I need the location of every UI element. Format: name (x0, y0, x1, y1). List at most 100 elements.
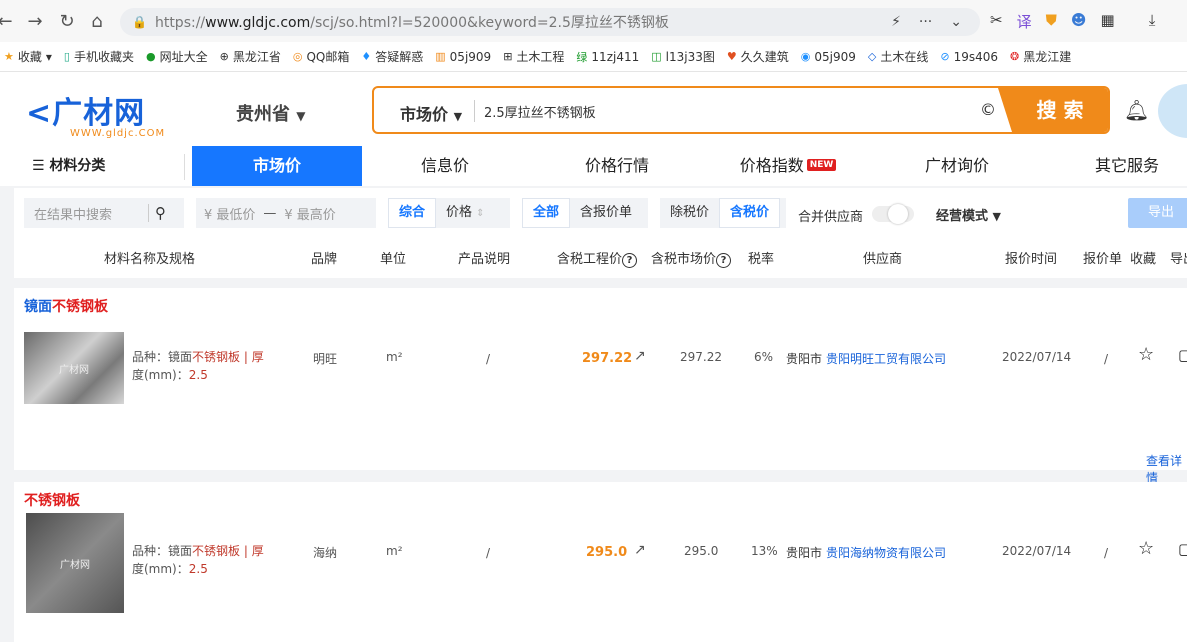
search-icon[interactable]: ⚲ (149, 204, 166, 222)
result-title[interactable]: 不锈钢板 (24, 490, 80, 510)
new-badge: NEW (806, 159, 837, 171)
tax-group: 除税价 含税价 (660, 198, 786, 228)
bookmark-item[interactable]: ♦ 答疑解惑 (361, 48, 423, 65)
sort-group: 综合 价格 ⇕ (388, 198, 510, 228)
sort-price[interactable]: 价格 ⇕ (436, 198, 495, 228)
bookmark-item[interactable]: ❂ 黑龙江建 (1010, 48, 1071, 65)
search-type-select[interactable]: 市场价 ▼ (400, 101, 462, 125)
nav-info-price[interactable]: 信息价 (380, 146, 510, 186)
scope-all[interactable]: 全部 (522, 198, 571, 228)
site-icon: ◇ (867, 50, 877, 63)
forward-icon[interactable]: → (22, 11, 48, 32)
bookmark-item[interactable]: ◫ l13j33图 (651, 48, 715, 65)
market-price: 295.0 (684, 544, 719, 558)
bookmark-item[interactable]: ⊘ 19s406 (940, 50, 998, 64)
avatar[interactable] (1158, 84, 1187, 138)
col-desc: 产品说明 (458, 252, 511, 267)
main-nav: ☰ 材料分类 市场价 信息价 价格行情 价格指数 NEW 广材询价 其它服务 (0, 146, 1187, 186)
download-icon[interactable]: ⤓ (1149, 11, 1156, 32)
bookmark-item[interactable]: ● 网址大全 (146, 48, 208, 65)
tax-exclusive[interactable]: 除税价 (660, 198, 719, 228)
nav-price-index[interactable]: 价格指数 NEW (718, 146, 858, 186)
province-selector[interactable]: 贵州省 ▼ (236, 100, 306, 126)
nav-other-services[interactable]: 其它服务 (1062, 146, 1187, 186)
logo[interactable]: <广材网 WWW.gldjc.COM (26, 88, 165, 139)
export-button[interactable]: 导出 (1128, 198, 1187, 228)
col-tax: 税率 (748, 252, 775, 267)
search-input[interactable] (484, 100, 964, 122)
lightning-icon[interactable]: ⚡ (891, 14, 901, 30)
product-image[interactable]: 广材网 (26, 513, 124, 613)
bookmark-item[interactable]: ◇ 土木在线 (868, 48, 928, 65)
apps-icon[interactable]: ▦ (1101, 11, 1115, 32)
bookmark-item[interactable]: ⊕ 黑龙江省 (220, 48, 281, 65)
star-icon[interactable]: ☆ (1138, 538, 1154, 559)
site-icon: ♥ (726, 50, 737, 63)
merge-suppliers-toggle[interactable] (872, 204, 914, 224)
bookmark-item[interactable]: ★ 收藏 ▾ (4, 48, 52, 65)
trend-icon[interactable]: ↗ (634, 348, 646, 364)
result-title[interactable]: 镜面不锈钢板 (24, 296, 108, 316)
bookmark-item[interactable]: ▥ 05j909 (435, 50, 491, 64)
sort-icon: ⇕ (476, 208, 485, 219)
search-button[interactable]: 搜 索 (998, 88, 1108, 132)
col-eng-price[interactable]: 含税工程价? (557, 248, 638, 268)
view-details-link[interactable]: 查看详情 (1146, 452, 1187, 486)
max-price-input[interactable]: ¥ 最高价 (284, 204, 335, 223)
search-bar: 市场价 ▼ © 搜 索 (372, 86, 1110, 134)
bookmark-item[interactable]: ▯ 手机收藏夹 (64, 48, 134, 65)
supplier-link[interactable]: 贵阳明旺工贸有限公司 (826, 350, 946, 367)
lock-icon: 🔒 (132, 15, 147, 29)
shield-icon[interactable]: ⛊ (1046, 11, 1057, 32)
sort-comprehensive[interactable]: 综合 (388, 198, 437, 228)
help-icon[interactable]: ? (716, 253, 732, 268)
eng-price: 295.0 (586, 545, 628, 560)
supplier-link[interactable]: 贵阳海纳物资有限公司 (826, 544, 946, 561)
business-mode-select[interactable]: 经营模式 ▼ (936, 205, 1001, 224)
back-icon[interactable]: ← (0, 11, 18, 32)
bookmark-item[interactable]: ♥ 久久建筑 (727, 48, 789, 65)
clear-icon[interactable]: © (980, 100, 996, 119)
col-name: 材料名称及规格 (104, 252, 196, 267)
export-icon[interactable]: ▢ (1178, 346, 1187, 364)
export-icon[interactable]: ▢ (1178, 540, 1187, 558)
col-market-price[interactable]: 含税市场价? (651, 248, 732, 268)
bookmark-item[interactable]: ⊞ 土木工程 (503, 48, 564, 65)
browser-toolbar: ← → ↻ ⌂ 🔒 https://www.gldjc.com/scj/so.h… (0, 0, 1187, 42)
address-bar[interactable]: 🔒 https://www.gldjc.com/scj/so.html?l=52… (120, 8, 980, 36)
menu-icon: ☰ (32, 158, 45, 174)
product-image[interactable]: 广材网 (24, 332, 124, 404)
site-icon: ▥ (435, 50, 446, 63)
col-quote: 报价单 (1083, 252, 1123, 267)
bookmark-item[interactable]: ◉ 05j909 (801, 50, 856, 64)
user-icon[interactable]: ☻ (1071, 11, 1087, 32)
tax-inclusive[interactable]: 含税价 (719, 198, 781, 228)
min-price-input[interactable]: ¥ 最低价 (204, 204, 255, 223)
col-favorite: 收藏 (1130, 252, 1157, 267)
nav-category[interactable]: ☰ 材料分类 (32, 146, 105, 186)
scope-with-quote[interactable]: 含报价单 (570, 198, 642, 228)
result-search: 在结果中搜索 ⚲ (24, 198, 184, 228)
col-brand: 品牌 (311, 252, 338, 267)
nav-inquiry[interactable]: 广材询价 (892, 146, 1022, 186)
scissors-icon[interactable]: ✂ (990, 11, 1003, 32)
site-icon: ⊞ (503, 50, 513, 63)
translate-icon[interactable]: 译 (1017, 11, 1032, 32)
bookmark-item[interactable]: 绿 11zj411 (576, 49, 639, 65)
help-icon[interactable]: ? (622, 253, 638, 268)
result-search-input[interactable]: 在结果中搜索 (24, 204, 148, 223)
product-spec: 品种：镜面不锈钢板 | 厚度(mm)：2.5 (132, 544, 264, 576)
star-icon[interactable]: ☆ (1138, 344, 1154, 365)
nav-market-price[interactable]: 市场价 (192, 146, 362, 186)
home-icon[interactable]: ⌂ (84, 11, 110, 32)
divider (474, 100, 475, 122)
bell-icon[interactable]: 🔔︎ (1124, 98, 1149, 122)
nav-price-trend[interactable]: 价格行情 (552, 146, 682, 186)
reload-icon[interactable]: ↻ (54, 11, 80, 32)
bookmark-item[interactable]: ◎ QQ邮箱 (293, 48, 350, 65)
trend-icon[interactable]: ↗ (634, 542, 646, 558)
result-card: 镜面不锈钢板 广材网 品种：镜面不锈钢板 | 厚度(mm)：2.5 明旺 m² … (14, 288, 1187, 485)
phone-icon: ▯ (63, 50, 70, 63)
chevron-down-icon[interactable]: ⌄ (950, 14, 962, 30)
more-icon[interactable]: ··· (919, 14, 932, 30)
